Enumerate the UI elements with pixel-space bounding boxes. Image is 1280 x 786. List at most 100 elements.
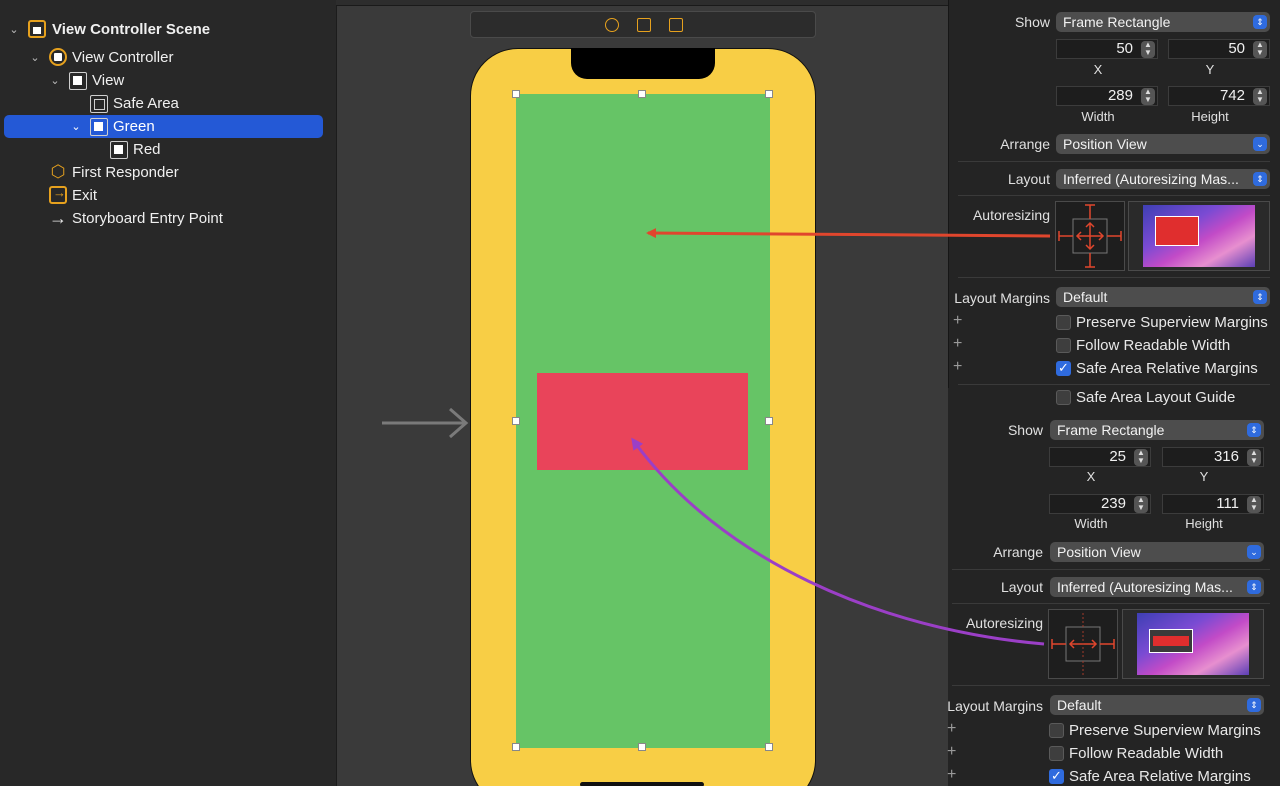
outline-item-label: View Controller Scene [52,21,211,38]
plus-icon[interactable]: + [947,743,956,761]
stepper-icon[interactable]: ▲ ▼ [1253,88,1267,105]
stepper-icon[interactable]: ▲ ▼ [1247,496,1261,513]
follow-readable-width-checkbox[interactable] [1056,338,1071,353]
stepper-icon[interactable]: ▲ ▼ [1134,449,1148,466]
cube-icon[interactable] [637,18,651,32]
outline-item-red[interactable]: Red [0,138,336,161]
layout-margins-popup-value: Default [1063,289,1108,305]
height-field[interactable]: 742 ▲ ▼ [1168,86,1270,106]
y-field[interactable]: 316 ▲ ▼ [1162,447,1264,467]
layout-margins-label: Layout Margins [947,698,1043,714]
safe-area-relative-margins-checkbox[interactable] [1056,360,1071,376]
resize-handle[interactable] [638,743,646,751]
stepper-icon[interactable]: ▲ ▼ [1141,88,1155,105]
divider [958,161,1270,162]
outline-item-exit[interactable]: Exit [0,184,336,207]
show-popup-value: Frame Rectangle [1057,422,1165,438]
storyboard-entry-arrow-icon[interactable] [380,405,472,441]
red-view[interactable] [537,373,748,470]
width-label: Width [1081,109,1115,124]
show-label: Show [1014,14,1050,30]
resize-handle[interactable] [765,417,773,425]
plus-icon[interactable]: + [953,358,962,376]
resize-handle[interactable] [765,743,773,751]
resize-handle[interactable] [638,90,646,98]
resize-handle[interactable] [512,90,520,98]
preserve-superview-margins-label: Preserve Superview Margins [1069,722,1261,739]
layout-popup[interactable]: Inferred (Autoresizing Mas... ⇕ [1056,169,1270,189]
layout-margins-popup[interactable]: Default ⇕ [1050,695,1264,715]
stepper-icon[interactable]: ▲ ▼ [1134,496,1148,513]
height-field[interactable]: 111 ▲ ▼ [1162,494,1264,514]
follow-readable-width-checkbox[interactable] [1049,746,1064,761]
chevron-down-icon[interactable]: ⌄ [8,24,20,36]
outline-item-green[interactable]: ⌄ Green [0,115,336,138]
view-icon [90,118,108,136]
stepper-icon[interactable]: ▲ ▼ [1141,41,1155,58]
x-field[interactable]: 50 ▲ ▼ [1056,39,1158,59]
safe-area-relative-margins-checkbox[interactable] [1049,768,1064,784]
plus-icon[interactable]: + [953,335,962,353]
width-field[interactable]: 239 ▲ ▼ [1049,494,1151,514]
preserve-superview-margins-checkbox[interactable] [1049,723,1064,738]
safe-area-layout-guide-checkbox[interactable] [1056,390,1071,405]
chevron-down-icon[interactable]: ⌄ [70,121,82,133]
divider [952,569,1270,570]
show-popup[interactable]: Frame Rectangle ⇕ [1056,12,1270,32]
safe-area-icon [90,95,108,113]
outline-item-storyboard-entry-point[interactable]: → Storyboard Entry Point [0,207,336,230]
outline-item-view-controller[interactable]: ⌄ View Controller [0,46,336,69]
autoresizing-mask-control[interactable] [1048,609,1118,679]
outline-item-view[interactable]: ⌄ View [0,69,336,92]
view-controller-icon[interactable] [605,18,619,32]
exit-icon [49,185,67,204]
width-field[interactable]: 289 ▲ ▼ [1056,86,1158,106]
chevron-down-icon: ⌄ [1247,545,1261,559]
width-value: 239 [1100,495,1126,512]
chevron-down-icon: ⌄ [1253,137,1267,151]
preserve-superview-margins-label: Preserve Superview Margins [1076,314,1268,331]
resize-handle[interactable] [512,417,520,425]
outline-item-label: Green [113,118,155,135]
y-label: Y [1205,62,1215,77]
chevron-down-icon[interactable]: ⌄ [29,52,41,64]
autoresizing-preview [1128,201,1270,271]
layout-label: Layout [1007,171,1050,187]
resize-handle[interactable] [512,743,520,751]
outline-item-first-responder[interactable]: ⬡ First Responder [0,161,336,184]
autoresizing-label: Autoresizing [965,615,1043,631]
stepper-icon[interactable]: ▲ ▼ [1247,449,1261,466]
cube-icon: ⬡ [50,162,66,181]
outline-item-label: First Responder [72,164,179,181]
plus-icon[interactable]: + [947,766,956,784]
arrow-right-icon: → [49,208,67,228]
show-popup[interactable]: Frame Rectangle ⇕ [1050,420,1264,440]
arrange-popup[interactable]: Position View ⌄ [1056,134,1270,154]
resize-handle[interactable] [765,90,773,98]
outline-item-label: View Controller [72,49,174,66]
layout-margins-popup[interactable]: Default ⇕ [1056,287,1270,307]
stepper-icon[interactable]: ▲ ▼ [1253,41,1267,58]
scene-icon [28,20,46,38]
x-label: X [1086,469,1096,484]
preserve-superview-margins-checkbox[interactable] [1056,315,1071,330]
divider [958,277,1270,278]
width-label: Width [1074,516,1108,531]
outline-item-safe-area[interactable]: Safe Area [0,92,336,115]
plus-icon[interactable]: + [953,312,962,330]
layout-popup[interactable]: Inferred (Autoresizing Mas... ⇕ [1050,577,1264,597]
layout-popup-value: Inferred (Autoresizing Mas... [1063,171,1239,187]
outline-item-label: Exit [72,187,98,204]
x-field[interactable]: 25 ▲ ▼ [1049,447,1151,467]
chevron-down-icon[interactable]: ⌄ [49,75,61,87]
arrange-popup[interactable]: Position View ⌄ [1050,542,1264,562]
safe-area-relative-margins-label: Safe Area Relative Margins [1069,768,1251,785]
plus-icon[interactable]: + [947,720,956,738]
exit-icon[interactable] [669,18,683,32]
outline-item-label: Storyboard Entry Point [72,210,223,227]
autoresizing-mask-control[interactable] [1055,201,1125,271]
outline-item-label: View [92,72,125,89]
outline-item-view-controller-scene[interactable]: ⌄ View Controller Scene [0,18,336,41]
y-field[interactable]: 50 ▲ ▼ [1168,39,1270,59]
show-popup-value: Frame Rectangle [1063,14,1171,30]
